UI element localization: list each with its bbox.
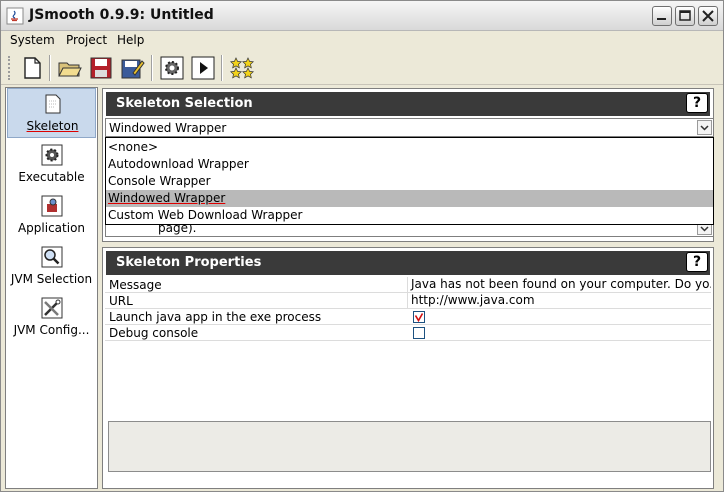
property-name: Message — [109, 278, 162, 292]
sidebar-item-skeleton[interactable]: Skeleton — [7, 88, 96, 138]
property-value-url[interactable]: http://www.java.com — [407, 293, 711, 309]
title-bar[interactable]: JSmooth 0.9.9: Untitled — [1, 1, 723, 31]
option-label: Autodownload Wrapper — [108, 157, 249, 171]
skeleton-type-combobox[interactable]: Windowed Wrapper — [105, 118, 714, 137]
sidebar-item-label: JVM Config... — [13, 323, 90, 337]
toolbar-separator — [151, 55, 153, 81]
combobox-arrow-button[interactable] — [697, 120, 712, 135]
skeleton-icon — [45, 94, 61, 114]
table-row[interactable]: Message Java has not been found on your … — [105, 277, 711, 293]
dropdown-option-autodownload[interactable]: Autodownload Wrapper — [106, 156, 713, 173]
sidebar-nav: Skeleton Executable Application JVM Sele… — [5, 87, 98, 489]
jvm-config-tools-icon — [41, 297, 63, 319]
chevron-down-icon — [700, 125, 709, 131]
maximize-icon — [679, 10, 691, 21]
property-name: Launch java app in the exe process — [109, 310, 322, 324]
about-stars-icon — [229, 57, 255, 79]
option-label: Console Wrapper — [108, 174, 211, 188]
skeleton-type-value: Windowed Wrapper — [109, 121, 227, 135]
property-description-box — [108, 421, 711, 472]
open-folder-icon — [58, 62, 82, 77]
open-button[interactable] — [57, 55, 83, 81]
skeleton-type-dropdown-list: <none> Autodownload Wrapper Console Wrap… — [105, 137, 714, 225]
toolbar — [1, 51, 723, 85]
window-title: JSmooth 0.9.9: Untitled — [29, 7, 214, 23]
toolbar-separator — [49, 55, 51, 81]
new-icon — [24, 57, 41, 79]
menu-help[interactable]: Help — [117, 33, 144, 47]
table-row[interactable]: URL http://www.java.com — [105, 293, 711, 309]
skeleton-selection-title: Skeleton Selection — [116, 96, 253, 111]
skeleton-properties-help-button[interactable]: ? — [686, 252, 708, 272]
table-row[interactable]: Launch java app in the exe process — [105, 309, 711, 325]
about-button[interactable] — [229, 55, 255, 81]
minimize-icon — [657, 18, 666, 20]
property-name: Debug console — [109, 326, 199, 340]
menu-bar: System Project Help — [1, 31, 723, 51]
sidebar-item-application[interactable]: Application — [7, 191, 96, 241]
dropdown-option-windowed[interactable]: Windowed Wrapper — [106, 190, 713, 207]
toolbar-grip[interactable] — [8, 56, 12, 80]
run-button[interactable] — [190, 55, 216, 81]
application-icon — [41, 195, 63, 217]
executable-gear-icon — [41, 144, 63, 166]
maximize-button[interactable] — [675, 6, 695, 26]
skeleton-selection-help-button[interactable]: ? — [686, 93, 708, 113]
sidebar-item-label: JVM Selection — [10, 272, 93, 286]
toolbar-separator — [221, 55, 223, 81]
new-button[interactable] — [19, 55, 45, 81]
save-button[interactable] — [88, 55, 114, 81]
compile-button[interactable] — [159, 55, 185, 81]
menu-system[interactable]: System — [10, 33, 55, 47]
save-as-button[interactable] — [119, 55, 145, 81]
property-name: URL — [109, 294, 133, 308]
compile-gear-icon — [160, 56, 184, 80]
launch-in-exe-checkbox[interactable] — [413, 311, 425, 323]
sidebar-item-label: Skeleton — [26, 119, 79, 133]
sidebar-item-jvm-selection[interactable]: JVM Selection — [7, 242, 96, 292]
skeleton-properties-title: Skeleton Properties — [116, 255, 262, 270]
java-cup-icon — [6, 7, 24, 25]
dropdown-option-console[interactable]: Console Wrapper — [106, 173, 713, 190]
dropdown-option-custom-web-download[interactable]: Custom Web Download Wrapper — [106, 207, 713, 224]
close-icon — [702, 10, 714, 22]
skeleton-properties-header: Skeleton Properties ? — [106, 251, 710, 275]
option-label: Windowed Wrapper — [108, 191, 226, 205]
checkmark-icon — [414, 313, 424, 323]
dropdown-option-none[interactable]: <none> — [106, 139, 713, 156]
property-value-message[interactable]: Java has not been found on your computer… — [407, 277, 711, 293]
close-button[interactable] — [698, 6, 718, 26]
save-as-icon — [121, 59, 145, 79]
save-icon — [90, 57, 112, 79]
minimize-button[interactable] — [652, 6, 672, 26]
app-window: JSmooth 0.9.9: Untitled System Project H… — [0, 0, 724, 492]
properties-table: Message Java has not been found on your … — [105, 277, 711, 418]
debug-console-checkbox[interactable] — [413, 327, 425, 339]
option-label: Custom Web Download Wrapper — [108, 208, 303, 222]
sidebar-item-executable[interactable]: Executable — [7, 140, 96, 190]
run-icon — [191, 56, 215, 80]
table-row[interactable]: Debug console — [105, 325, 711, 341]
skeleton-selection-header: Skeleton Selection ? — [106, 92, 710, 116]
jvm-search-icon — [41, 246, 63, 268]
sidebar-item-label: Executable — [18, 170, 85, 184]
sidebar-item-jvm-config[interactable]: JVM Config... — [7, 293, 96, 343]
option-label: <none> — [108, 140, 159, 154]
sidebar-item-label: Application — [17, 221, 86, 235]
menu-project[interactable]: Project — [66, 33, 107, 47]
